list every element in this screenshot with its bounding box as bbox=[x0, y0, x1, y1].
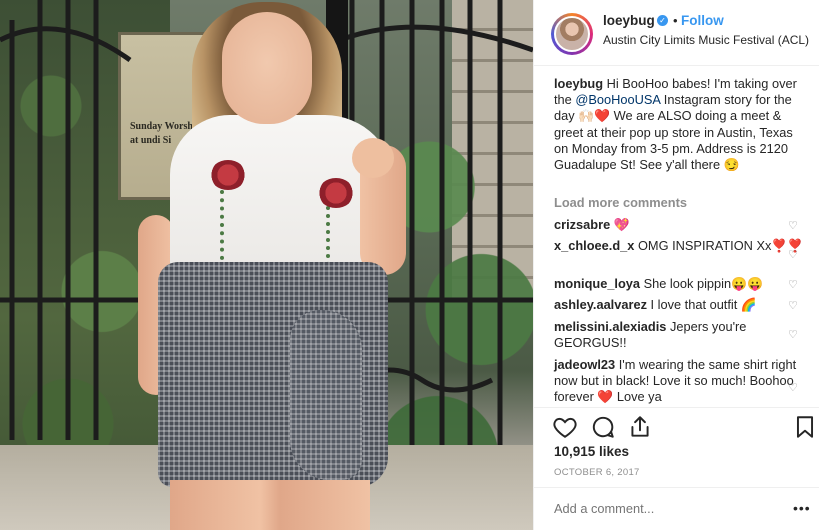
caption-mention[interactable]: @BooHooUSA bbox=[575, 92, 660, 107]
avatar[interactable] bbox=[554, 16, 590, 52]
comment-username[interactable]: jadeowl23 bbox=[554, 357, 615, 372]
comment-text: OMG INSPIRATION Xx❣️❣️ bbox=[637, 238, 804, 253]
bookmark-icon[interactable] bbox=[792, 414, 818, 440]
comment-row: monique_loya She look pippin😛😛 bbox=[554, 276, 804, 292]
post-header: loeybug ✓ • Follow Austin City Limits Mu… bbox=[534, 0, 819, 66]
share-icon[interactable] bbox=[627, 414, 653, 440]
face bbox=[222, 12, 312, 124]
divider bbox=[534, 487, 819, 488]
comment-username[interactable]: monique_loya bbox=[554, 276, 640, 291]
embroidered-rose bbox=[318, 178, 354, 208]
embroidered-rose bbox=[210, 160, 246, 190]
load-more-comments-button[interactable]: Load more comments bbox=[554, 195, 687, 210]
add-comment-input[interactable] bbox=[554, 495, 774, 521]
comment-row: ashley.aalvarez I love that outfit 🌈 bbox=[554, 297, 804, 313]
person-figure bbox=[130, 0, 420, 530]
heart-icon[interactable] bbox=[552, 414, 578, 440]
comment-row: melissini.alexiadis Jepers you're GEORGU… bbox=[554, 319, 804, 351]
separator-dot: • bbox=[673, 13, 678, 28]
comment-username[interactable]: ashley.aalvarez bbox=[554, 297, 647, 312]
post-actions-bar bbox=[534, 408, 819, 444]
instagram-post: Sunday Worsh at at undi Si loeybug ✓ • F… bbox=[0, 0, 819, 530]
comment-row: crizsabre 💖 bbox=[554, 217, 804, 233]
comment-like-heart-icon[interactable]: ♡ bbox=[788, 381, 798, 394]
more-options-icon[interactable]: ••• bbox=[793, 500, 811, 516]
comment-text: I love that outfit 🌈 bbox=[650, 297, 757, 312]
verified-badge-icon: ✓ bbox=[657, 15, 668, 26]
follow-button[interactable]: Follow bbox=[681, 13, 724, 28]
comment-like-heart-icon[interactable]: ♡ bbox=[788, 328, 798, 341]
comment-like-heart-icon[interactable]: ♡ bbox=[788, 299, 798, 312]
comment-icon[interactable] bbox=[590, 414, 616, 440]
post-date[interactable]: OCTOBER 6, 2017 bbox=[554, 467, 640, 478]
comment-like-heart-icon[interactable]: ♡ bbox=[788, 278, 798, 291]
likes-count[interactable]: 10,915 likes bbox=[554, 444, 629, 459]
comment-text: 💖 bbox=[613, 217, 630, 232]
comment-text: She look pippin😛😛 bbox=[643, 276, 763, 291]
legs bbox=[170, 480, 370, 530]
header-username[interactable]: loeybug bbox=[603, 13, 655, 28]
location-link[interactable]: Austin City Limits Music Festival (ACL) bbox=[603, 33, 809, 47]
comment-like-heart-icon[interactable]: ♡ bbox=[788, 248, 798, 261]
comment-username[interactable]: melissini.alexiadis bbox=[554, 319, 666, 334]
comment-row: x_chloee.d_x OMG INSPIRATION Xx❣️❣️ bbox=[554, 238, 804, 254]
caption-username[interactable]: loeybug bbox=[554, 76, 603, 91]
skirt-ruffle bbox=[290, 310, 362, 480]
embroidery-stem bbox=[220, 190, 230, 260]
post-caption: loeybug Hi BooHoo babes! I'm taking over… bbox=[554, 76, 804, 173]
post-photo[interactable]: Sunday Worsh at at undi Si bbox=[0, 0, 533, 530]
comment-username[interactable]: crizsabre bbox=[554, 217, 610, 232]
comment-username[interactable]: x_chloee.d_x bbox=[554, 238, 634, 253]
comment-row: jadeowl23 I'm wearing the same shirt rig… bbox=[554, 357, 804, 406]
comments-section[interactable]: loeybug Hi BooHoo babes! I'm taking over… bbox=[534, 66, 819, 407]
comment-like-heart-icon[interactable]: ♡ bbox=[788, 219, 798, 232]
right-hand bbox=[352, 138, 394, 178]
post-sidebar: loeybug ✓ • Follow Austin City Limits Mu… bbox=[533, 0, 819, 530]
embroidery-stem bbox=[326, 206, 336, 266]
